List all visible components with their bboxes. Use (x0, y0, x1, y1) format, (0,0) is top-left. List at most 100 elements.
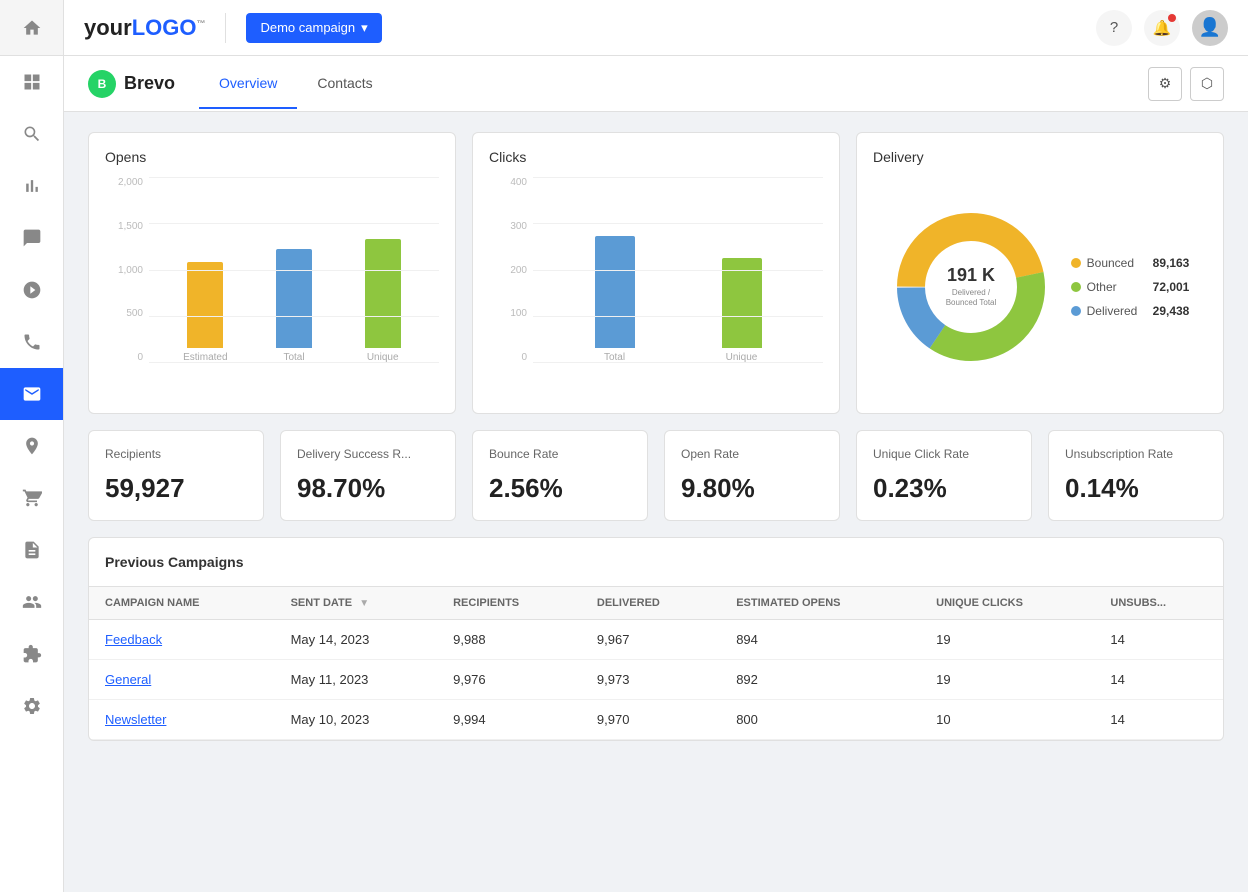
sidebar-item-users[interactable] (0, 576, 63, 628)
bell-icon: 🔔 (1153, 19, 1172, 37)
row-general-unsub: 14 (1094, 660, 1223, 700)
donut-svg: 191 K Delivered / Bounced Total (891, 207, 1051, 367)
row-general-clicks: 19 (920, 660, 1094, 700)
bar-unique-opens: Unique (346, 239, 419, 363)
filter-button[interactable]: ⚙ (1148, 67, 1182, 101)
sidebar-item-location[interactable] (0, 420, 63, 472)
bar-total-fill (276, 249, 312, 348)
opens-chart-card: Opens 2,000 1,500 1,000 500 0 (88, 132, 456, 414)
brevo-logo-icon: B (88, 70, 116, 98)
clicks-chart-card: Clicks 400 300 200 100 0 (472, 132, 840, 414)
help-icon: ? (1110, 19, 1118, 36)
y-label-400: 400 (510, 177, 527, 188)
sidebar (0, 0, 64, 892)
brevo-initial: B (98, 77, 107, 91)
row-newsletter-name: Newsletter (89, 700, 275, 740)
tab-overview[interactable]: Overview (199, 59, 297, 109)
delivery-donut-container: 191 K Delivered / Bounced Total Bounced … (873, 177, 1207, 397)
share-icon: ⬡ (1201, 75, 1213, 92)
stat-delivery-label: Delivery Success R... (297, 447, 439, 461)
sidebar-item-home[interactable] (0, 0, 63, 56)
content-header-right: ⚙ ⬡ (1148, 67, 1224, 101)
notifications-button[interactable]: 🔔 (1144, 10, 1180, 46)
bar-clicks-unique-fill (722, 258, 762, 348)
y-label-0-clicks: 0 (521, 352, 527, 363)
main-area: yourLOGO™ Demo campaign ▾ ? 🔔 👤 B (64, 0, 1248, 892)
sidebar-item-grid[interactable] (0, 56, 63, 108)
campaigns-table: CAMPAIGN NAME SENT DATE ▼ RECIPIENTS DEL… (89, 587, 1223, 740)
sidebar-item-target[interactable] (0, 264, 63, 316)
nav-tabs: Overview Contacts (199, 59, 393, 108)
content-header-left: B Brevo Overview Contacts (88, 59, 393, 108)
share-button[interactable]: ⬡ (1190, 67, 1224, 101)
demo-campaign-button[interactable]: Demo campaign ▾ (246, 13, 381, 43)
th-recipients: RECIPIENTS (437, 587, 581, 620)
bar-unique-fill (365, 239, 401, 348)
y-label-0-opens: 0 (137, 352, 143, 363)
campaign-link-feedback[interactable]: Feedback (105, 632, 162, 647)
th-unsub: UNSUBS... (1094, 587, 1223, 620)
stat-open-label: Open Rate (681, 447, 823, 461)
sidebar-item-search[interactable] (0, 108, 63, 160)
bar-unique-label: Unique (367, 352, 399, 363)
stat-click-label: Unique Click Rate (873, 447, 1015, 461)
stats-row: Recipients 59,927 Delivery Success R... … (88, 430, 1224, 521)
bar-clicks-unique-label: Unique (726, 352, 758, 363)
sidebar-item-chat[interactable] (0, 212, 63, 264)
stat-click-value: 0.23% (873, 473, 1015, 504)
clicks-chart-title: Clicks (489, 149, 823, 165)
row-feedback-delivered: 9,967 (581, 620, 720, 660)
sidebar-item-cart[interactable] (0, 472, 63, 524)
content-header: B Brevo Overview Contacts ⚙ ⬡ (64, 56, 1248, 112)
legend-other-dot (1071, 282, 1081, 292)
th-unique-clicks: UNIQUE CLICKS (920, 587, 1094, 620)
row-general-date: May 11, 2023 (275, 660, 438, 700)
legend-delivered-dot (1071, 306, 1081, 316)
donut-center-sub1: Delivered / (952, 288, 991, 297)
charts-row: Opens 2,000 1,500 1,000 500 0 (88, 132, 1224, 414)
sidebar-item-report[interactable] (0, 524, 63, 576)
delivery-legend: Bounced 89,163 Other 72,001 Delivered 29… (1071, 256, 1190, 318)
bar-clicks-total-fill (595, 236, 635, 349)
top-header: yourLOGO™ Demo campaign ▾ ? 🔔 👤 (64, 0, 1248, 56)
help-button[interactable]: ? (1096, 10, 1132, 46)
logo: yourLOGO™ (84, 15, 205, 41)
delivery-chart-title: Delivery (873, 149, 1207, 165)
donut-chart: 191 K Delivered / Bounced Total (891, 207, 1051, 367)
sidebar-item-phone[interactable] (0, 316, 63, 368)
legend-bounced-label: Bounced (1087, 256, 1147, 270)
row-general-recipients: 9,976 (437, 660, 581, 700)
campaign-link-general[interactable]: General (105, 672, 151, 687)
row-newsletter-delivered: 9,970 (581, 700, 720, 740)
stat-delivery-success: Delivery Success R... 98.70% (280, 430, 456, 521)
sidebar-item-chart[interactable] (0, 160, 63, 212)
stat-delivery-value: 98.70% (297, 473, 439, 504)
table-header-row: CAMPAIGN NAME SENT DATE ▼ RECIPIENTS DEL… (89, 587, 1223, 620)
row-feedback-date: May 14, 2023 (275, 620, 438, 660)
notification-badge (1168, 14, 1176, 22)
tab-contacts[interactable]: Contacts (297, 59, 392, 109)
sidebar-item-plugin[interactable] (0, 628, 63, 680)
stat-unsub-label: Unsubscription Rate (1065, 447, 1207, 461)
header-right: ? 🔔 👤 (1096, 10, 1228, 46)
bar-estimated: Estimated (169, 262, 242, 363)
dropdown-arrow-icon: ▾ (361, 20, 368, 36)
legend-delivered-label: Delivered (1087, 304, 1147, 318)
y-label-100: 100 (510, 308, 527, 319)
sidebar-item-email[interactable] (0, 368, 63, 420)
th-delivered: DELIVERED (581, 587, 720, 620)
donut-center-sub2: Bounced Total (945, 298, 996, 307)
th-sent-date[interactable]: SENT DATE ▼ (275, 587, 438, 620)
campaign-link-newsletter[interactable]: Newsletter (105, 712, 166, 727)
row-feedback-unsub: 14 (1094, 620, 1223, 660)
sidebar-item-settings[interactable] (0, 680, 63, 732)
donut-center-value: 191 K (947, 265, 995, 285)
stat-recipients: Recipients 59,927 (88, 430, 264, 521)
bar-clicks-total: Total (563, 236, 666, 364)
previous-campaigns-title: Previous Campaigns (89, 538, 1223, 587)
demo-campaign-label: Demo campaign (260, 20, 355, 35)
legend-other-value: 72,001 (1153, 280, 1190, 294)
table-row: Newsletter May 10, 2023 9,994 9,970 800 … (89, 700, 1223, 740)
stat-recipients-value: 59,927 (105, 473, 247, 504)
user-avatar[interactable]: 👤 (1192, 10, 1228, 46)
